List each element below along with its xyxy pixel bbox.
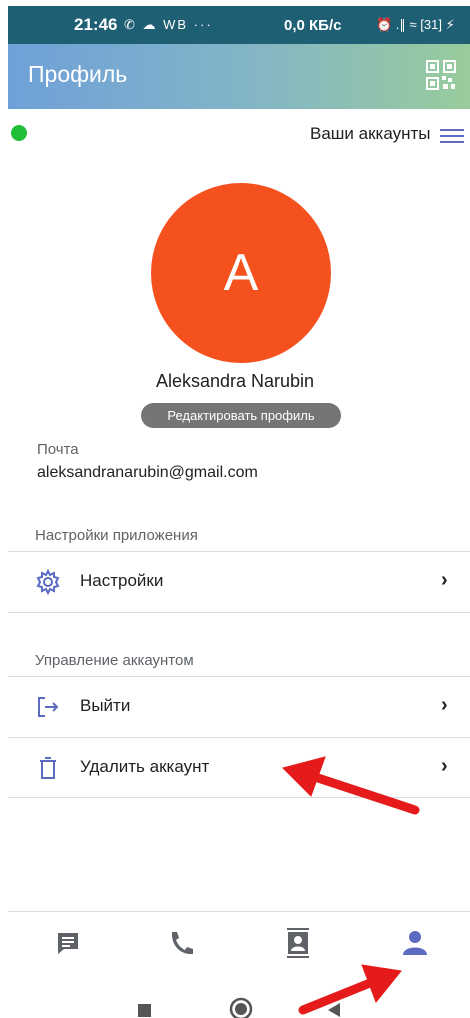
logout-icon <box>38 697 59 717</box>
bottom-nav-divider <box>8 911 470 912</box>
contacts-icon[interactable] <box>278 928 318 958</box>
back-button[interactable] <box>326 1002 342 1018</box>
trash-icon <box>40 757 56 779</box>
online-status-dot <box>11 125 27 141</box>
avatar[interactable]: A <box>151 183 331 363</box>
chevron-right-icon: › <box>441 569 448 591</box>
email-value: aleksandranarubin@gmail.com <box>37 464 258 481</box>
home-button[interactable] <box>228 996 254 1018</box>
avatar-letter: A <box>223 244 259 302</box>
divider <box>8 612 470 613</box>
gear-icon <box>36 569 60 595</box>
chat-icon[interactable] <box>48 928 88 958</box>
email-label: Почта <box>37 441 79 458</box>
status-time: 21:46 <box>74 15 118 34</box>
status-net-speed: 0,0 КБ/с <box>284 16 342 34</box>
status-left-icons: ✆ ☁ WB ··· <box>124 17 213 32</box>
phone-icon[interactable] <box>160 928 200 958</box>
delete-account-row[interactable]: Удалить аккаунт › <box>8 738 470 798</box>
user-name: Aleksandra Narubin <box>155 371 315 391</box>
app-bar: Профиль <box>8 44 470 109</box>
divider <box>8 797 470 798</box>
page-title: Профиль <box>28 61 128 87</box>
delete-account-label: Удалить аккаунт <box>80 757 210 776</box>
your-accounts-label[interactable]: Ваши аккаунты <box>310 124 431 144</box>
chevron-right-icon: › <box>441 755 448 777</box>
settings-label: Настройки <box>80 571 164 590</box>
logout-row[interactable]: Выйти › <box>8 677 470 737</box>
status-bar: 21:46 ✆ ☁ WB ··· 0,0 КБ/с ⏰ .∥ ≈ [31] ⚡ <box>8 6 470 44</box>
qr-code-icon[interactable] <box>426 60 456 90</box>
profile-icon[interactable] <box>395 928 435 958</box>
chevron-right-icon: › <box>441 694 448 716</box>
logout-label: Выйти <box>80 696 131 715</box>
status-right-icons: ⏰ .∥ ≈ [31] ⚡ <box>376 17 455 32</box>
settings-row[interactable]: Настройки › <box>8 552 470 612</box>
menu-icon[interactable] <box>440 129 464 143</box>
section-title-app-settings: Настройки приложения <box>35 527 198 544</box>
edit-profile-button[interactable]: Редактировать профиль <box>141 403 341 428</box>
section-title-account-management: Управление аккаунтом <box>35 652 194 669</box>
annotation-arrows <box>282 756 420 1015</box>
recent-apps-button[interactable] <box>138 1004 151 1017</box>
